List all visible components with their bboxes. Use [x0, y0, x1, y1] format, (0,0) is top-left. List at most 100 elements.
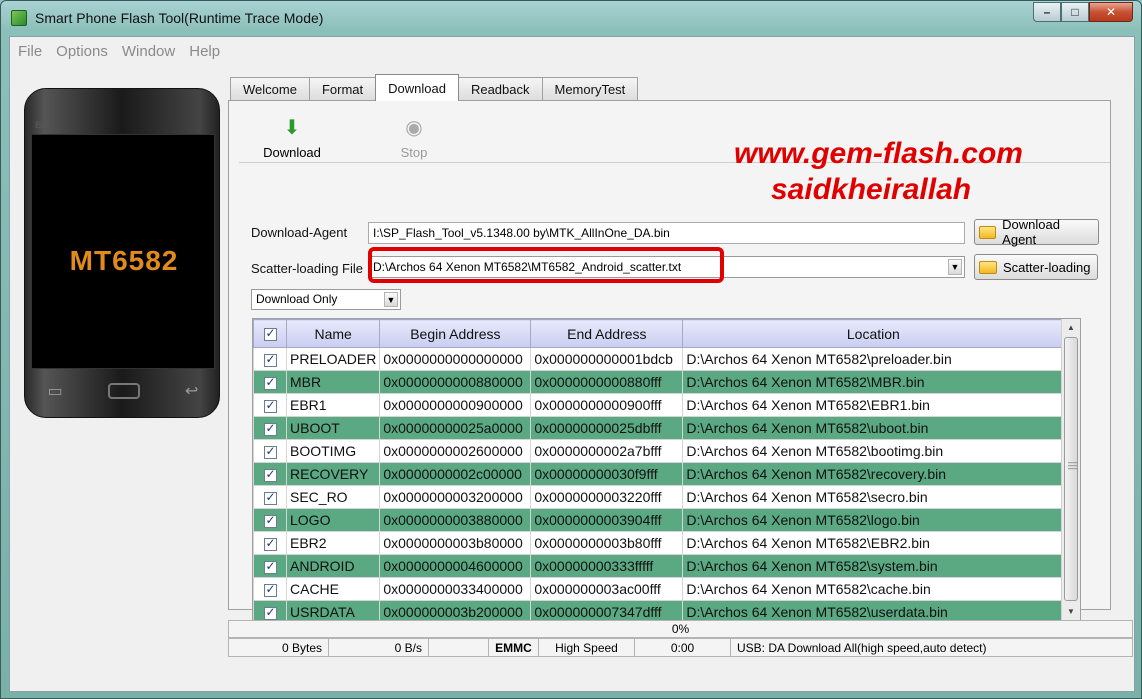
column-header: End Address	[530, 319, 684, 348]
table-row[interactable]: EBR2 0x0000000003b80000 0x0000000003b80f…	[253, 531, 1065, 555]
table-row[interactable]: RECOVERY 0x0000000002c00000 0x0000000003…	[253, 462, 1065, 486]
phone-image: BM MT6582 ▭ ↩	[24, 88, 220, 418]
row-checkbox[interactable]	[253, 577, 287, 601]
file-location[interactable]: D:\Archos 64 Xenon MT6582\preloader.bin	[682, 347, 1065, 371]
scroll-down-icon[interactable]: ▼	[1063, 604, 1079, 620]
end-address: 0x0000000003b80fff	[530, 531, 684, 555]
file-location[interactable]: D:\Archos 64 Xenon MT6582\recovery.bin	[682, 462, 1065, 486]
chip-label: MT6582	[69, 245, 179, 276]
row-checkbox[interactable]	[253, 416, 287, 440]
menu-file[interactable]: File	[18, 43, 42, 60]
menu-key-icon: ▭	[47, 383, 63, 400]
stop-button[interactable]: ◉ Stop	[379, 117, 449, 160]
chevron-down-icon[interactable]: ▼	[948, 259, 962, 275]
begin-address: 0x0000000003b80000	[379, 531, 532, 555]
phone-screen: MT6582	[31, 134, 215, 369]
partition-name: CACHE	[285, 577, 381, 601]
partition-name: UBOOT	[285, 416, 381, 440]
menu-options[interactable]: Options	[56, 43, 108, 60]
maximize-button[interactable]: □	[1061, 2, 1089, 22]
table-row[interactable]: ANDROID 0x0000000004600000 0x00000000333…	[253, 554, 1065, 578]
begin-address: 0x0000000003200000	[379, 485, 532, 509]
partition-name: BOOTIMG	[285, 439, 381, 463]
row-checkbox[interactable]	[253, 439, 287, 463]
begin-address: 0x0000000033400000	[379, 577, 532, 601]
close-button[interactable]: ✕	[1089, 2, 1133, 22]
progress-text: 0%	[671, 622, 690, 636]
begin-address: 0x0000000004600000	[379, 554, 532, 578]
row-checkbox[interactable]	[253, 393, 287, 417]
select-all-checkbox[interactable]	[253, 319, 287, 348]
window-controls: – □ ✕	[1033, 2, 1133, 22]
begin-address: 0x00000000025a0000	[379, 416, 532, 440]
download-button-label: Download	[263, 145, 321, 160]
table-row[interactable]: PRELOADER 0x0000000000000000 0x000000000…	[253, 347, 1065, 371]
status-bar: 0 Bytes 0 B/s EMMC High Speed 0:00 USB: …	[228, 638, 1133, 657]
file-location[interactable]: D:\Archos 64 Xenon MT6582\cache.bin	[682, 577, 1065, 601]
file-location[interactable]: D:\Archos 64 Xenon MT6582\secro.bin	[682, 485, 1065, 509]
watermark-author: saidkheirallah	[771, 173, 972, 206]
status-speed: High Speed	[539, 639, 635, 656]
row-checkbox[interactable]	[253, 554, 287, 578]
download-button[interactable]: ⬇ Download	[257, 117, 327, 160]
row-checkbox[interactable]	[253, 462, 287, 486]
file-location[interactable]: D:\Archos 64 Xenon MT6582\uboot.bin	[682, 416, 1065, 440]
file-location[interactable]: D:\Archos 64 Xenon MT6582\EBR2.bin	[682, 531, 1065, 555]
file-location[interactable]: D:\Archos 64 Xenon MT6582\system.bin	[682, 554, 1065, 578]
app-icon	[11, 10, 27, 26]
file-location[interactable]: D:\Archos 64 Xenon MT6582\logo.bin	[682, 508, 1065, 532]
row-checkbox[interactable]	[253, 347, 287, 371]
table-row[interactable]: BOOTIMG 0x0000000002600000 0x0000000002a…	[253, 439, 1065, 463]
tab-readback[interactable]: Readback	[457, 77, 543, 101]
partition-name: ANDROID	[285, 554, 381, 578]
menu-window[interactable]: Window	[122, 43, 175, 60]
app-window: Smart Phone Flash Tool(Runtime Trace Mod…	[0, 0, 1142, 699]
row-checkbox[interactable]	[253, 508, 287, 532]
end-address: 0x00000000030f9fff	[530, 462, 684, 486]
stop-icon: ◉	[405, 117, 423, 139]
row-checkbox[interactable]	[253, 531, 287, 555]
title-bar[interactable]: Smart Phone Flash Tool(Runtime Trace Mod…	[1, 1, 1141, 35]
begin-address: 0x0000000002c00000	[379, 462, 532, 486]
tab-bar: Welcome Format Download Readback MemoryT…	[230, 74, 639, 101]
tab-format[interactable]: Format	[308, 77, 377, 101]
table-row[interactable]: SEC_RO 0x0000000003200000 0x000000000322…	[253, 485, 1065, 509]
progress-bar: 0%	[228, 620, 1133, 638]
download-panel: ⬇ Download ◉ Stop www.gem-flash.com said…	[228, 100, 1111, 624]
minimize-button[interactable]: –	[1033, 2, 1061, 22]
chevron-down-icon[interactable]: ▼	[384, 292, 398, 307]
download-agent-button[interactable]: Download Agent	[974, 217, 1099, 247]
status-usb: USB: DA Download All(high speed,auto det…	[737, 640, 987, 655]
file-location[interactable]: D:\Archos 64 Xenon MT6582\bootimg.bin	[682, 439, 1065, 463]
file-location[interactable]: D:\Archos 64 Xenon MT6582\EBR1.bin	[682, 393, 1065, 417]
tab-memorytest[interactable]: MemoryTest	[541, 77, 639, 101]
status-storage: EMMC	[489, 639, 539, 656]
row-checkbox[interactable]	[253, 485, 287, 509]
partition-grid: Name Begin Address End Address Location …	[253, 319, 1065, 624]
download-mode-select[interactable]: Download Only ▼	[251, 289, 401, 310]
scatter-loading-button[interactable]: Scatter-loading	[974, 254, 1098, 280]
table-row[interactable]: MBR 0x0000000000880000 0x0000000000880ff…	[253, 370, 1065, 394]
menu-help[interactable]: Help	[189, 43, 220, 60]
download-agent-field[interactable]: I:\SP_Flash_Tool_v5.1348.00 by\MTK_AllIn…	[368, 222, 965, 244]
folder-icon	[979, 225, 997, 239]
table-row[interactable]: UBOOT 0x00000000025a0000 0x00000000025db…	[253, 416, 1065, 440]
end-address: 0x0000000003220fff	[530, 485, 684, 509]
table-row[interactable]: CACHE 0x0000000033400000 0x000000003ac00…	[253, 577, 1065, 601]
tab-welcome[interactable]: Welcome	[230, 77, 310, 101]
row-checkbox[interactable]	[253, 370, 287, 394]
vertical-scrollbar[interactable]: ▲ — — — ▼	[1061, 319, 1080, 621]
begin-address: 0x0000000000880000	[379, 370, 532, 394]
scroll-thumb[interactable]: — — —	[1064, 337, 1078, 601]
table-row[interactable]: LOGO 0x0000000003880000 0x0000000003904f…	[253, 508, 1065, 532]
partition-name: EBR2	[285, 531, 381, 555]
download-toolbar: ⬇ Download ◉ Stop www.gem-flash.com said…	[239, 105, 1110, 206]
scroll-up-icon[interactable]: ▲	[1063, 320, 1079, 336]
tab-download[interactable]: Download	[375, 74, 459, 101]
download-agent-label: Download-Agent	[251, 225, 348, 240]
file-location[interactable]: D:\Archos 64 Xenon MT6582\MBR.bin	[682, 370, 1065, 394]
begin-address: 0x0000000000900000	[379, 393, 532, 417]
status-rate: 0 B/s	[329, 639, 429, 656]
table-row[interactable]: EBR1 0x0000000000900000 0x0000000000900f…	[253, 393, 1065, 417]
column-header: Begin Address	[379, 319, 532, 348]
